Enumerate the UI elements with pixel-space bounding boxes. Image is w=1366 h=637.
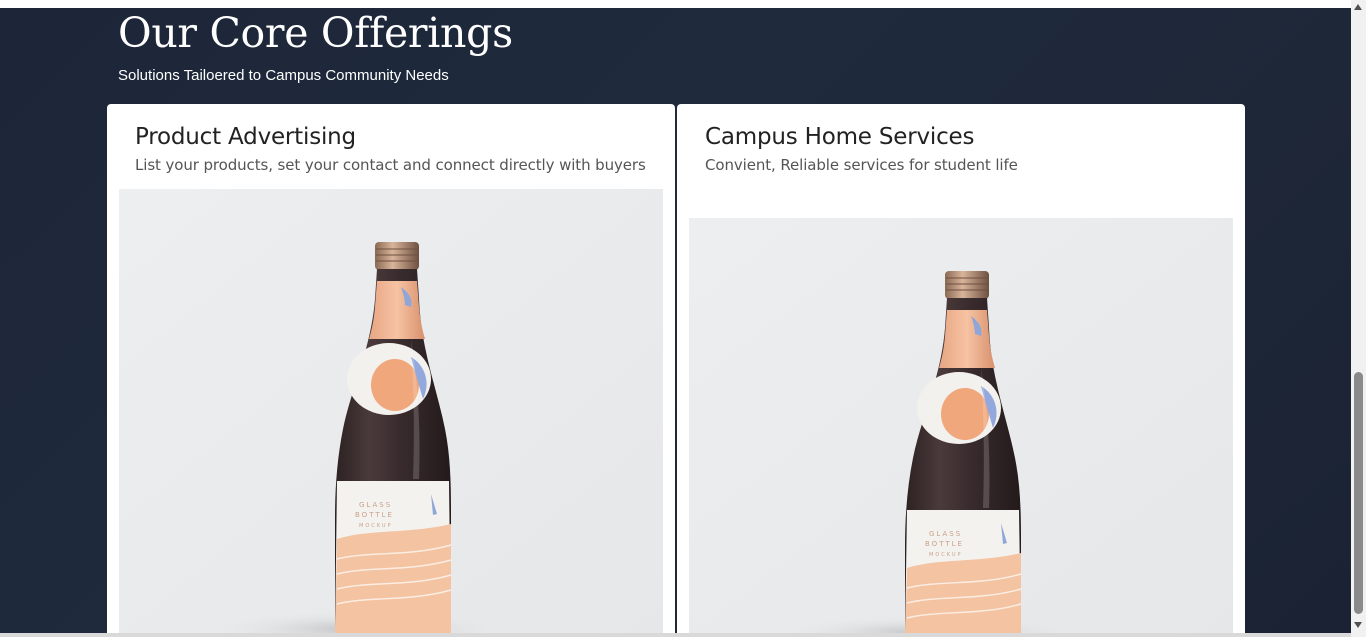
- bottle-label-line-3: MOCKUP: [359, 523, 393, 529]
- bottle-label-line-2: BOTTLE: [925, 540, 964, 548]
- page-bottom-edge: [0, 633, 1351, 637]
- card-title: Product Advertising: [135, 124, 356, 150]
- card-description: List your products, set your contact and…: [135, 156, 646, 174]
- offering-card-campus-home-services[interactable]: Campus Home Services Convient, Reliable …: [677, 104, 1245, 637]
- scroll-up-arrow-icon[interactable]: [1354, 4, 1362, 10]
- bottle-label-line-1: GLASS: [929, 530, 962, 538]
- section-subtitle: Solutions Tailoered to Campus Community …: [118, 67, 449, 84]
- offering-card-product-advertising[interactable]: Product Advertising List your products, …: [107, 104, 675, 637]
- glass-bottle-image: GLASS BOTTLE MOCKUP: [119, 189, 663, 637]
- scrollbar-thumb[interactable]: [1354, 372, 1363, 614]
- page-top-edge: [0, 0, 1351, 8]
- card-image: GLASS BOTTLE MOCKUP: [689, 218, 1233, 637]
- section-title: Our Core Offerings: [118, 9, 513, 57]
- card-title: Campus Home Services: [705, 124, 975, 150]
- bottle-label-line-1: GLASS: [359, 501, 392, 509]
- bottle-label-line-3: MOCKUP: [929, 552, 963, 558]
- bottle-label-line-2: BOTTLE: [355, 511, 394, 519]
- glass-bottle-image: GLASS BOTTLE MOCKUP: [689, 218, 1233, 637]
- vertical-scrollbar[interactable]: [1351, 0, 1366, 637]
- card-image: GLASS BOTTLE MOCKUP: [119, 189, 663, 637]
- card-description: Convient, Reliable services for student …: [705, 156, 1018, 174]
- scroll-down-arrow-icon[interactable]: [1354, 622, 1362, 628]
